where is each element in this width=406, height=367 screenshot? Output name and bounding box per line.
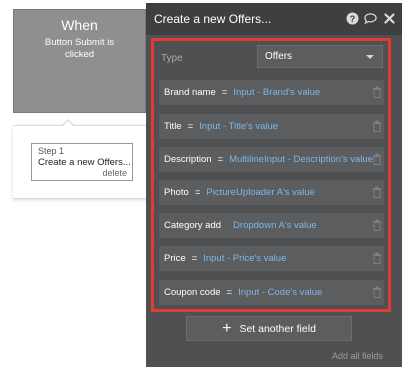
step-pointer-inner — [62, 121, 74, 127]
panel-header: Create a new Offers... ? — [146, 3, 402, 35]
plus-icon: + — [222, 319, 232, 337]
highlight-frame — [151, 38, 391, 312]
event-card[interactable]: When Button Submit is clicked — [13, 9, 146, 113]
close-icon[interactable] — [383, 12, 396, 25]
add-all-fields-link[interactable]: Add all fields — [332, 351, 383, 361]
step-title: Create a new Offers... — [38, 157, 131, 168]
set-another-field-button[interactable]: + Set another field — [186, 316, 352, 341]
event-subtitle: Button Submit is clicked — [14, 37, 145, 61]
step-card[interactable]: Step 1 Create a new Offers... delete — [31, 143, 133, 181]
step-delete-link[interactable]: delete — [102, 168, 127, 178]
event-subtitle-line1: Button Submit is — [44, 37, 115, 48]
set-another-field-label: Set another field — [239, 322, 316, 335]
step-label: Step 1 — [38, 146, 65, 156]
svg-text:?: ? — [350, 14, 356, 24]
event-title: When — [61, 17, 98, 33]
comment-icon[interactable] — [364, 12, 377, 25]
panel-title: Create a new Offers... — [154, 12, 272, 26]
event-subtitle-line2: clicked — [64, 49, 95, 60]
help-icon[interactable]: ? — [346, 12, 359, 25]
